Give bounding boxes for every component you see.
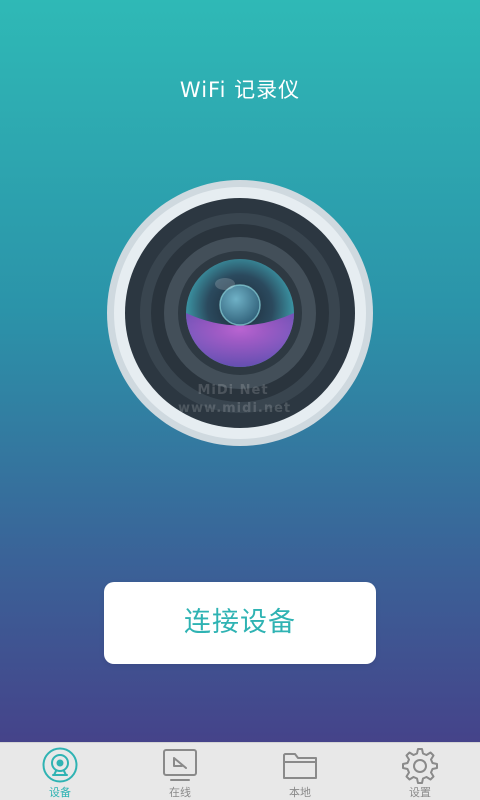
app-screen: WiFi 记录仪 MiDi Net www.midi.net 连接设备 设备 在… — [0, 0, 480, 800]
watermark-line1: MiDi Net — [197, 383, 269, 398]
tab-online[interactable]: 在线 — [120, 743, 240, 800]
tab-settings[interactable]: 设置 — [360, 743, 480, 800]
tab-device[interactable]: 设备 — [0, 743, 120, 800]
gear-icon — [402, 748, 438, 784]
folder-icon — [283, 753, 317, 779]
camera-icon — [42, 747, 78, 783]
tab-device-label: 设备 — [49, 786, 71, 799]
tab-settings-label: 设置 — [409, 786, 431, 799]
watermark: MiDi Net www.midi.net — [178, 382, 292, 418]
connect-device-button[interactable]: 连接设备 — [104, 582, 376, 664]
tab-local[interactable]: 本地 — [240, 743, 360, 800]
tab-online-label: 在线 — [169, 786, 191, 799]
bottom-tab-bar: 设备 在线 本地 设置 — [0, 742, 480, 800]
tab-local-label: 本地 — [289, 786, 311, 799]
main-panel: WiFi 记录仪 MiDi Net www.midi.net 连接设备 — [0, 0, 480, 742]
online-icon — [163, 749, 197, 781]
page-title: WiFi 记录仪 — [179, 78, 301, 102]
watermark-line2: www.midi.net — [178, 401, 292, 416]
